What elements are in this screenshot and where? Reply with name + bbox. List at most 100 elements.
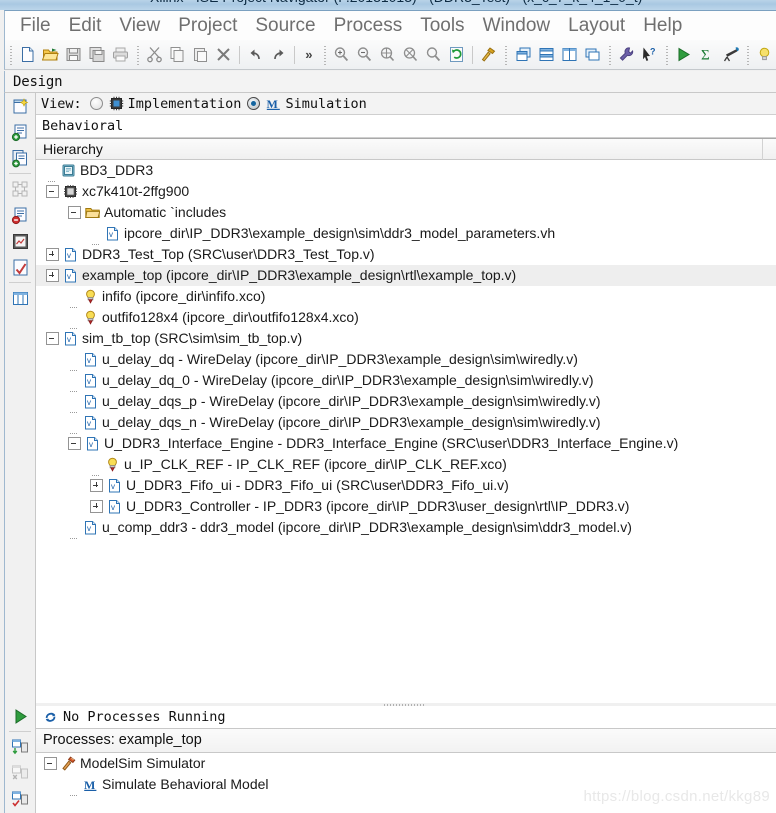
collapse-toggle-icon[interactable] <box>44 757 57 770</box>
wrench-icon[interactable] <box>615 42 638 68</box>
remove-source-icon[interactable] <box>5 202 35 228</box>
new-source-icon[interactable] <box>5 93 35 119</box>
bulb-icon[interactable] <box>753 42 776 68</box>
tile-cascade-icon[interactable] <box>511 42 534 68</box>
tree-row[interactable]: v U_DDR3_Interface_Engine - DDR3_Interfac… <box>36 433 776 454</box>
zoom-normal-icon[interactable] <box>422 42 445 68</box>
undo-icon[interactable] <box>244 42 267 68</box>
tree-row[interactable]: v DDR3_Test_Top (SRC\user\DDR3_Test_Top.v… <box>36 244 776 265</box>
view-panel-icon[interactable] <box>5 285 35 311</box>
toolbar-grip-2[interactable] <box>134 44 141 65</box>
open-file-icon[interactable] <box>39 42 62 68</box>
simulation-radio[interactable] <box>247 97 261 110</box>
zoom-in-icon[interactable] <box>330 42 353 68</box>
tree-row[interactable]: ModelSim Simulator <box>36 753 776 774</box>
refresh-icon[interactable] <box>445 42 468 68</box>
print-icon[interactable] <box>109 42 132 68</box>
redo-icon[interactable] <box>267 42 290 68</box>
save-icon[interactable] <box>62 42 85 68</box>
menu-edit[interactable]: Edit <box>60 12 111 40</box>
tree-row[interactable]: v U_DDR3_Controller - IP_DDR3 (ipcore_dir… <box>36 496 776 517</box>
tree-row[interactable]: xc7k410t-2ffg900 <box>36 181 776 202</box>
menu-source[interactable]: Source <box>246 12 324 40</box>
collapse-toggle-icon[interactable] <box>68 437 81 450</box>
tree-row[interactable]: v ipcore_dir\IP_DDR3\example_design\sim\d… <box>36 223 776 245</box>
menu-project[interactable]: Project <box>169 12 246 40</box>
sum-icon[interactable]: Σ <box>696 42 719 68</box>
tree-row[interactable]: u_IP_CLK_REF - IP_CLK_REF (ipcore_dir\IP… <box>36 454 776 476</box>
hierarchy-tree[interactable]: BD3_DDR3 xc7k410t-2ffg900 Automatic `inclu… <box>36 160 776 703</box>
processes-column-header[interactable]: Processes: example_top <box>36 729 776 753</box>
tree-row[interactable]: v u_comp_ddr3 - ddr3_model (ipcore_dir\IP… <box>36 517 776 539</box>
menu-help[interactable]: Help <box>634 12 691 40</box>
toolbar-grip-3[interactable] <box>321 44 328 65</box>
expand-toggle-icon[interactable] <box>46 248 59 261</box>
tree-row[interactable]: Automatic `includes <box>36 202 776 223</box>
context-help-icon[interactable]: ? <box>638 42 661 68</box>
collapse-toggle-icon[interactable] <box>46 332 59 345</box>
design-summary-icon[interactable] <box>5 228 35 254</box>
tree-row[interactable]: M Simulate Behavioral Model <box>36 774 776 796</box>
design-tab-header[interactable]: Design <box>4 71 776 93</box>
tree-row[interactable]: v sim_tb_top (SRC\sim\sim_tb_top.v) <box>36 328 776 349</box>
run-process-icon[interactable] <box>5 703 35 729</box>
tree-row[interactable]: v u_delay_dq - WireDelay (ipcore_dir\IP_D… <box>36 349 776 371</box>
run-icon[interactable] <box>672 42 695 68</box>
delete-icon[interactable] <box>212 42 235 68</box>
implementation-label[interactable]: Implementation <box>128 96 242 112</box>
window-icon[interactable] <box>581 42 604 68</box>
toolbar-grip-6[interactable] <box>664 44 671 65</box>
menu-process[interactable]: Process <box>325 12 412 40</box>
collapse-toggle-icon[interactable] <box>68 206 81 219</box>
tree-row[interactable]: BD3_DDR3 <box>36 160 776 182</box>
collapse-toggle-icon[interactable] <box>46 185 59 198</box>
save-all-icon[interactable] <box>85 42 108 68</box>
tree-row[interactable]: v u_delay_dq_0 - WireDelay (ipcore_dir\IP… <box>36 370 776 392</box>
process-check-icon[interactable] <box>5 786 35 812</box>
menu-tools[interactable]: Tools <box>411 12 473 40</box>
check-syntax-icon[interactable] <box>5 254 35 280</box>
copy-icon[interactable] <box>166 42 189 68</box>
hierarchy-column-header[interactable]: Hierarchy <box>36 138 776 160</box>
zoom-selection-icon[interactable] <box>399 42 422 68</box>
design-utilities-icon[interactable] <box>5 176 35 202</box>
tree-row[interactable]: v example_top (ipcore_dir\IP_DDR3\example… <box>36 265 776 286</box>
expand-toggle-icon[interactable] <box>90 479 103 492</box>
toolbar-grip-4[interactable] <box>503 44 510 65</box>
add-source-icon[interactable] <box>5 119 35 145</box>
hierarchy-column-divider[interactable] <box>762 139 763 160</box>
hierarchy-header-label: Hierarchy <box>43 141 103 157</box>
toolbar-overflow-chevron[interactable]: » <box>299 47 318 62</box>
paste-icon[interactable] <box>189 42 212 68</box>
toolbar-grip-7[interactable] <box>744 44 751 65</box>
expand-toggle-icon[interactable] <box>46 269 59 282</box>
process-stop-icon[interactable] <box>5 760 35 786</box>
tree-row[interactable]: v u_delay_dqs_p - WireDelay (ipcore_dir\I… <box>36 391 776 413</box>
implementation-radio[interactable] <box>89 97 103 110</box>
new-file-icon[interactable] <box>16 42 39 68</box>
tile-horizontal-icon[interactable] <box>535 42 558 68</box>
menu-layout[interactable]: Layout <box>559 12 634 40</box>
menu-window[interactable]: Window <box>474 12 560 40</box>
tree-row[interactable]: v U_DDR3_Fifo_ui - DDR3_Fifo_ui (SRC\user… <box>36 475 776 496</box>
tree-row[interactable]: outfifo128x4 (ipcore_dir\outfifo128x4.xc… <box>36 307 776 329</box>
toolbar-grip-5[interactable] <box>606 44 614 65</box>
processes-tree[interactable]: ModelSim Simulator M Simulate Behavioral M… <box>36 753 776 813</box>
cut-icon[interactable] <box>143 42 166 68</box>
toolbar-grip[interactable] <box>8 44 15 65</box>
telescope-icon[interactable] <box>719 42 742 68</box>
tree-row[interactable]: infifo (ipcore_dir\infifo.xco) <box>36 286 776 308</box>
zoom-fit-icon[interactable] <box>376 42 399 68</box>
simulation-label[interactable]: Simulation <box>285 96 366 112</box>
tree-row[interactable]: v u_delay_dqs_n - WireDelay (ipcore_dir\I… <box>36 412 776 434</box>
menu-view[interactable]: View <box>110 12 169 40</box>
tile-vertical-icon[interactable] <box>558 42 581 68</box>
process-down-icon[interactable] <box>5 734 35 760</box>
add-copy-source-icon[interactable] <box>5 145 35 171</box>
expand-toggle-icon[interactable] <box>90 500 103 513</box>
hammer-icon[interactable] <box>477 42 500 68</box>
zoom-out-icon[interactable] <box>353 42 376 68</box>
simulation-stage-selector[interactable]: Behavioral <box>36 115 776 138</box>
menu-file[interactable]: File <box>11 12 60 40</box>
svg-text:v: v <box>87 524 91 533</box>
